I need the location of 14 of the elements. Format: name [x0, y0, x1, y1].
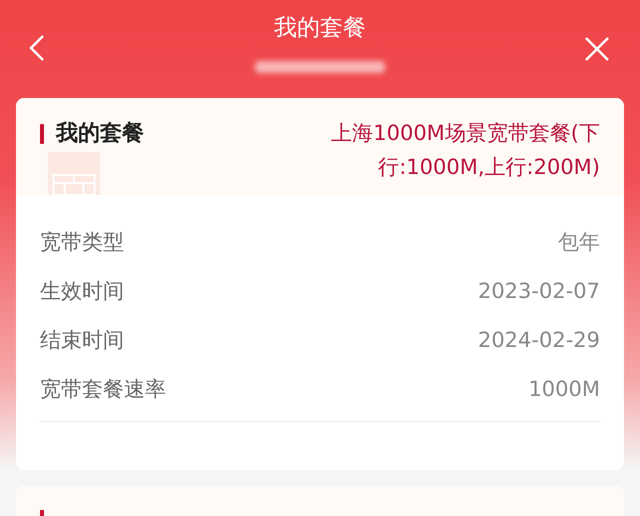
card-title: 我的套餐 — [56, 120, 144, 148]
back-icon[interactable] — [28, 34, 46, 62]
plan-name: 上海1000M场景宽带套餐(下行:1000M,上行:200M) — [330, 120, 600, 181]
row-value: 包年 — [558, 228, 600, 256]
row-value: 2024-02-29 — [478, 328, 600, 352]
row-label: 结束时间 — [40, 326, 124, 354]
row-label: 宽带套餐速率 — [40, 376, 166, 402]
close-icon[interactable] — [584, 36, 610, 62]
accent-bar — [40, 124, 44, 144]
row-label: 生效时间 — [40, 278, 124, 304]
row-value: 1000M — [528, 376, 600, 400]
row-value: 2023-02-07 — [478, 278, 600, 302]
row-label: 宽带类型 — [40, 228, 124, 256]
page-title: 我的套餐 — [274, 14, 366, 43]
